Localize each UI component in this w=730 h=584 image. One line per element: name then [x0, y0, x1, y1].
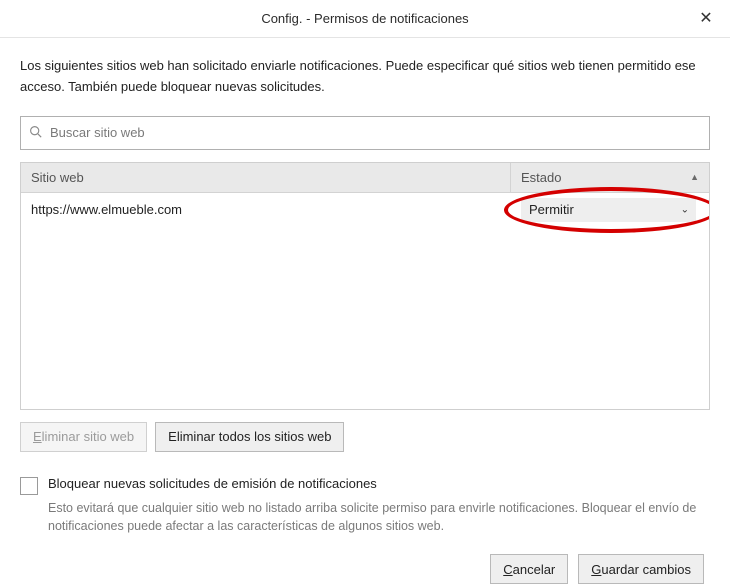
- block-new-requests-row: Bloquear nuevas solicitudes de emisión d…: [20, 476, 710, 495]
- block-new-requests-checkbox[interactable]: [20, 477, 38, 495]
- cell-state: Permitir ⌄: [511, 198, 709, 222]
- table-row[interactable]: https://www.elmueble.com Permitir ⌄: [21, 193, 709, 227]
- column-header-site[interactable]: Sitio web: [21, 163, 511, 192]
- block-new-requests-description: Esto evitará que cualquier sitio web no …: [48, 499, 708, 537]
- search-icon: [29, 125, 42, 141]
- cell-site: https://www.elmueble.com: [21, 202, 511, 217]
- titlebar: Config. - Permisos de notificaciones ✕: [0, 0, 730, 38]
- table-header: Sitio web Estado ▲: [21, 163, 709, 193]
- remove-buttons-row: Eliminar sitio web Eliminar todos los si…: [20, 422, 710, 452]
- window-title: Config. - Permisos de notificaciones: [261, 11, 468, 26]
- intro-text: Los siguientes sitios web han solicitado…: [20, 56, 710, 98]
- remove-all-sites-button[interactable]: Eliminar todos los sitios web: [155, 422, 344, 452]
- close-icon: ✕: [699, 8, 712, 28]
- save-changes-button[interactable]: Guardar cambios: [578, 554, 704, 584]
- close-button[interactable]: ✕: [696, 8, 716, 28]
- remove-site-button: Eliminar sitio web: [20, 422, 147, 452]
- permissions-table: Sitio web Estado ▲ https://www.elmueble.…: [20, 162, 710, 410]
- search-field-wrap[interactable]: [20, 116, 710, 150]
- block-new-requests-label: Bloquear nuevas solicitudes de emisión d…: [48, 476, 377, 491]
- cancel-button[interactable]: Cancelar: [490, 554, 568, 584]
- state-dropdown[interactable]: Permitir: [521, 198, 696, 222]
- dialog-footer: Cancelar Guardar cambios: [20, 554, 710, 584]
- column-header-state[interactable]: Estado ▲: [511, 163, 709, 192]
- sort-caret-icon: ▲: [690, 172, 699, 182]
- search-input[interactable]: [48, 124, 701, 141]
